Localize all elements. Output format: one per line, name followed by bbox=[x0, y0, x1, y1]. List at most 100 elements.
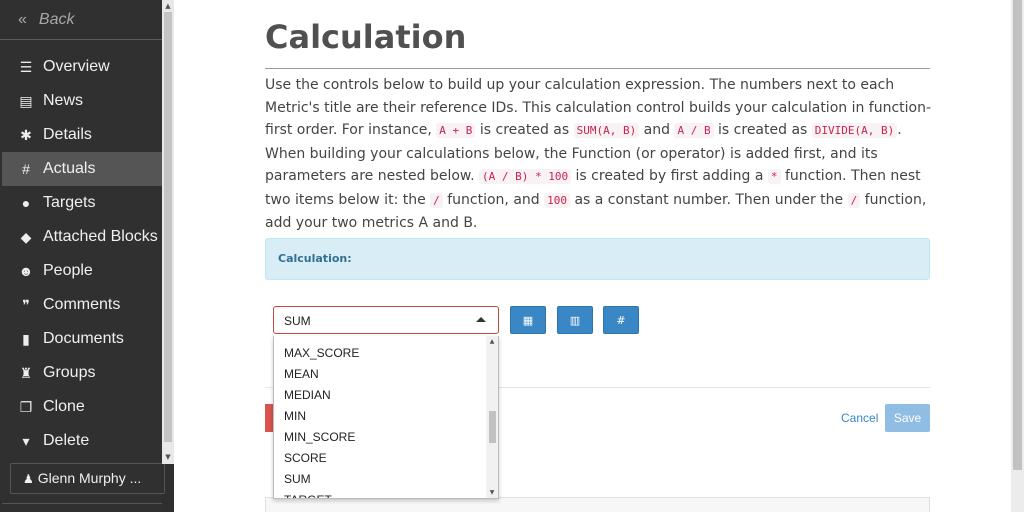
caret-up-icon bbox=[476, 317, 486, 322]
title-divider bbox=[265, 68, 930, 69]
calculator-icon: ▦ bbox=[522, 313, 534, 327]
sidebar-item-actuals[interactable]: # Actuals bbox=[2, 152, 162, 186]
sidebar-scroll-thumb[interactable] bbox=[164, 12, 172, 442]
sidebar-item-groups[interactable]: ♜ Groups bbox=[2, 356, 162, 390]
dropdown-scroll-thumb[interactable] bbox=[489, 411, 496, 443]
groups-icon: ♜ bbox=[19, 364, 33, 381]
people-icon: ☻ bbox=[18, 263, 34, 279]
delete-button-partial[interactable] bbox=[265, 404, 273, 432]
sidebar-item-label: Overview bbox=[43, 58, 110, 75]
sidebar-item-label: Actuals bbox=[43, 160, 96, 177]
add-metric-button[interactable]: ▥ bbox=[557, 306, 593, 334]
back-button[interactable]: « Back bbox=[0, 0, 162, 40]
page-title: Calculation bbox=[265, 18, 467, 56]
sidebar-item-label: Attached Blocks bbox=[43, 228, 158, 245]
scroll-up-arrow-icon[interactable]: ▲ bbox=[486, 338, 498, 345]
sidebar-item-label: People bbox=[43, 262, 93, 279]
user-icon: ♟ bbox=[23, 472, 34, 486]
cancel-button[interactable]: Cancel bbox=[841, 411, 878, 425]
add-constant-button[interactable]: # bbox=[603, 306, 639, 334]
dropdown-option[interactable]: TARGET bbox=[274, 490, 486, 498]
sidebar-bottom-divider bbox=[2, 503, 162, 512]
cube-icon: ◆ bbox=[20, 228, 32, 245]
calculation-instructions: Use the controls below to build up your … bbox=[265, 74, 935, 235]
gear-icon: ✱ bbox=[20, 126, 32, 143]
sidebar-item-label: Documents bbox=[43, 330, 124, 347]
calculation-preview-box: Calculation: bbox=[265, 238, 930, 280]
instructions-text: is created by first adding a bbox=[571, 168, 768, 184]
dropdown-option[interactable]: MIN_SCORE bbox=[274, 427, 486, 448]
sidebar-item-news[interactable]: ▤ News bbox=[2, 84, 162, 118]
save-button[interactable]: Save bbox=[885, 404, 930, 432]
sidebar-item-attached-blocks[interactable]: ◆ Attached Blocks bbox=[2, 220, 162, 254]
sidebar: « Back ☰ Overview ▤ News ✱ Details # Actuals … bbox=[0, 0, 174, 512]
main-content: Calculation Use the controls below to bu… bbox=[174, 0, 1024, 512]
dropdown-options: MAX_SCORE MEAN MEDIAN MIN MIN_SCORE SCOR… bbox=[274, 343, 486, 498]
sidebar-item-details[interactable]: ✱ Details bbox=[2, 118, 162, 152]
sidebar-item-targets[interactable]: ● Targets bbox=[2, 186, 162, 220]
pin-icon: ● bbox=[21, 195, 31, 211]
clone-icon: ❐ bbox=[19, 398, 33, 415]
sidebar-item-label: Targets bbox=[43, 194, 96, 211]
add-function-button[interactable]: ▦ bbox=[510, 306, 546, 334]
code-snippet: A + B bbox=[436, 123, 476, 138]
sidebar-item-label: Clone bbox=[43, 398, 85, 415]
dropdown-option[interactable]: MAX_SCORE bbox=[274, 343, 486, 364]
dropdown-option[interactable]: MEAN bbox=[274, 364, 486, 385]
trash-icon: ▾ bbox=[22, 432, 30, 449]
code-snippet: SUM(A, B) bbox=[573, 123, 640, 138]
comments-icon: ❞ bbox=[22, 296, 30, 313]
dropdown-option[interactable]: SUM bbox=[274, 469, 486, 490]
bar-chart-icon: ▥ bbox=[569, 313, 581, 327]
scroll-up-arrow-icon[interactable]: ▲ bbox=[162, 1, 174, 11]
hash-icon: # bbox=[616, 313, 626, 327]
bottom-panel bbox=[265, 497, 930, 512]
hash-icon: # bbox=[22, 161, 30, 177]
scroll-down-arrow-icon[interactable]: ▼ bbox=[162, 452, 174, 462]
sidebar-item-documents[interactable]: ▮ Documents bbox=[2, 322, 162, 356]
back-label: Back bbox=[38, 11, 75, 28]
code-snippet: 100 bbox=[544, 192, 570, 208]
sidebar-item-label: Details bbox=[43, 126, 92, 143]
instructions-text: as a constant number. Then under the bbox=[570, 191, 848, 208]
code-snippet: DIVIDE(A, B) bbox=[811, 123, 898, 138]
instructions-text: is created as bbox=[713, 122, 812, 138]
sidebar-item-label: Delete bbox=[43, 432, 90, 449]
dropdown-option[interactable]: MIN bbox=[274, 406, 486, 427]
sidebar-item-delete[interactable]: ▾ Delete bbox=[2, 424, 162, 458]
dropdown-scrollbar[interactable]: ▲ ▼ bbox=[486, 336, 498, 498]
page-scroll-thumb[interactable] bbox=[1013, 0, 1022, 470]
code-snippet: (A / B) * 100 bbox=[479, 169, 572, 184]
code-snippet: / bbox=[430, 192, 443, 208]
sidebar-item-clone[interactable]: ❐ Clone bbox=[2, 390, 162, 424]
function-select[interactable]: SUM bbox=[273, 306, 499, 334]
sidebar-item-comments[interactable]: ❞ Comments bbox=[2, 288, 162, 322]
sidebar-nav: ☰ Overview ▤ News ✱ Details # Actuals ● Targe… bbox=[2, 50, 162, 458]
sidebar-panel: « Back ☰ Overview ▤ News ✱ Details # Actuals … bbox=[0, 0, 165, 512]
code-snippet: * bbox=[767, 169, 781, 184]
file-icon: ▮ bbox=[22, 330, 30, 347]
function-select-value: SUM bbox=[284, 314, 311, 328]
sidebar-item-label: Comments bbox=[43, 296, 121, 313]
sidebar-scrollbar[interactable]: ▲ ▼ bbox=[162, 0, 174, 464]
scroll-down-arrow-icon[interactable]: ▼ bbox=[486, 489, 498, 496]
dropdown-option[interactable]: SCORE bbox=[274, 448, 486, 469]
sidebar-item-label: News bbox=[43, 92, 84, 109]
instructions-text: function, and bbox=[442, 191, 545, 208]
sidebar-item-people[interactable]: ☻ People bbox=[2, 254, 162, 288]
list-icon: ☰ bbox=[19, 58, 33, 75]
page-scrollbar[interactable] bbox=[1011, 0, 1024, 512]
sidebar-item-label: Groups bbox=[43, 364, 96, 381]
sidebar-item-overview[interactable]: ☰ Overview bbox=[2, 50, 162, 84]
instructions-text: is created as bbox=[475, 122, 574, 138]
code-snippet: A / B bbox=[674, 123, 714, 138]
instructions-text: and bbox=[639, 122, 675, 138]
calculation-label: Calculation: bbox=[278, 252, 352, 265]
double-chevron-left-icon: « bbox=[18, 11, 27, 28]
user-menu-button[interactable]: ♟ Glenn Murphy ... bbox=[10, 463, 165, 494]
newspaper-icon: ▤ bbox=[19, 92, 33, 109]
user-name: Glenn Murphy ... bbox=[37, 470, 142, 486]
function-dropdown-list[interactable]: MAX_SCORE MEAN MEDIAN MIN MIN_SCORE SCOR… bbox=[273, 336, 499, 499]
dropdown-option[interactable]: MEDIAN bbox=[274, 385, 486, 406]
code-snippet: / bbox=[847, 192, 861, 208]
